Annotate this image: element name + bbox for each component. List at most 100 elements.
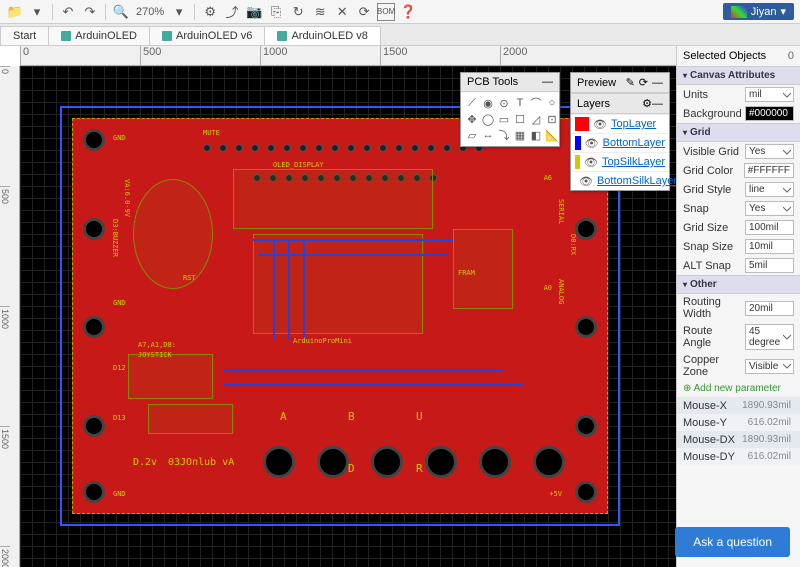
- preview-layers-panel[interactable]: Preview ✎ ⟳ — Layers ⚙ — 👁TopLayer👁Botto…: [570, 72, 670, 191]
- text-tool-icon[interactable]: T: [513, 96, 527, 110]
- solid-region-icon[interactable]: ◧: [529, 128, 543, 142]
- ask-question-button[interactable]: Ask a question: [675, 527, 790, 557]
- layer-name-link[interactable]: TopSilkLayer: [602, 156, 665, 168]
- tab-start[interactable]: Start: [0, 26, 49, 45]
- pcb-board[interactable]: MUTE ON OFF OLED_DISPLAY D3:BUZZER VA:6.…: [60, 106, 620, 526]
- help-icon[interactable]: ❓: [399, 3, 417, 21]
- alt-snap-input[interactable]: 5mil: [745, 258, 794, 273]
- image-tool-icon[interactable]: ▭: [497, 112, 511, 126]
- pcb-icon: [277, 31, 287, 41]
- tab-doc-1[interactable]: ArduinOLED v6: [149, 26, 265, 45]
- open-folder-icon[interactable]: 📁: [6, 3, 24, 21]
- route-angle-label: Route Angle: [683, 325, 741, 349]
- properties-panel: Selected Objects0 Canvas Attributes Unit…: [676, 46, 800, 567]
- group-tool-icon[interactable]: ⊡: [545, 112, 559, 126]
- via-tool-icon[interactable]: ⊙: [497, 96, 511, 110]
- layer-color-swatch[interactable]: [575, 136, 581, 150]
- move-tool-icon[interactable]: ✥: [465, 112, 479, 126]
- canvas-attributes-header[interactable]: Canvas Attributes: [677, 66, 800, 85]
- preview-title: Preview: [577, 77, 616, 89]
- units-select[interactable]: mil: [745, 87, 794, 102]
- layers-title: Layers: [577, 98, 610, 110]
- document-tabs: Start ArduinOLED ArduinOLED v6 ArduinOLE…: [0, 24, 800, 46]
- background-input[interactable]: #000000: [745, 106, 794, 121]
- pcb-icon: [162, 31, 172, 41]
- pencil-icon[interactable]: ✎: [626, 76, 635, 89]
- connect-tool-icon[interactable]: ⤵: [497, 128, 511, 142]
- layer-row[interactable]: 👁 BottomLayer: [571, 133, 669, 152]
- copper-area-icon[interactable]: ▦: [513, 128, 527, 142]
- zoom-level: 270%: [136, 6, 164, 18]
- layer-row[interactable]: 👁 TopLayer: [571, 114, 669, 133]
- layer-row[interactable]: 👁 TopSilkLayer: [571, 152, 669, 171]
- export-icon[interactable]: ⎘: [267, 3, 285, 21]
- visible-grid-select[interactable]: Yes: [745, 144, 794, 159]
- pad-tool-icon[interactable]: ◉: [481, 96, 495, 110]
- layer-row[interactable]: 👁BottomSilkLayer: [571, 171, 669, 190]
- refresh-preview-icon[interactable]: ⟳: [639, 76, 648, 89]
- tab-doc-0[interactable]: ArduinOLED: [48, 26, 150, 45]
- mouse-y-value: 616.02mil: [745, 416, 794, 429]
- snap-size-label: Snap Size: [683, 241, 741, 253]
- snap-size-input[interactable]: 10mil: [745, 239, 794, 254]
- eye-icon[interactable]: 👁: [584, 156, 598, 169]
- chevron-down-icon[interactable]: ▾: [28, 3, 46, 21]
- share-icon[interactable]: ⤴: [223, 3, 241, 21]
- add-parameter-button[interactable]: Add new parameter: [677, 380, 800, 397]
- camera-icon[interactable]: 📷: [245, 3, 263, 21]
- eye-icon[interactable]: 👁: [593, 118, 607, 131]
- user-badge[interactable]: Jiyan▾: [723, 3, 794, 20]
- minimize-layers-icon[interactable]: —: [652, 98, 663, 110]
- units-label: Units: [683, 89, 741, 101]
- pcb-tools-title: PCB Tools: [467, 76, 518, 88]
- measure-tool-icon[interactable]: 📐: [545, 128, 559, 142]
- rect-tool-icon[interactable]: ▱: [465, 128, 479, 142]
- minimize-icon[interactable]: —: [542, 76, 553, 88]
- tab-doc-2[interactable]: ArduinOLED v8: [264, 26, 380, 45]
- grid-style-select[interactable]: line: [745, 182, 794, 197]
- copper-zone-select[interactable]: Visible: [745, 359, 794, 374]
- eye-icon[interactable]: 👁: [585, 137, 599, 150]
- zoom-icon[interactable]: 🔍: [112, 3, 130, 21]
- grid-size-input[interactable]: 100mil: [745, 220, 794, 235]
- circle-tool-icon[interactable]: ○: [545, 96, 559, 110]
- tools-icon[interactable]: ✕: [333, 3, 351, 21]
- layer-name-link[interactable]: BottomLayer: [603, 137, 665, 149]
- eye-icon[interactable]: 👁: [579, 175, 593, 188]
- dimension-tool-icon[interactable]: ↔: [481, 128, 495, 142]
- wave-icon[interactable]: ≋: [311, 3, 329, 21]
- layer-name-link[interactable]: BottomSilkLayer: [597, 175, 676, 187]
- arc-tool-icon[interactable]: ⌒: [529, 96, 543, 110]
- gear-layers-icon[interactable]: ⚙: [642, 97, 652, 110]
- hole-tool-icon[interactable]: ◯: [481, 112, 495, 126]
- canvas-tool-icon[interactable]: ☐: [513, 112, 527, 126]
- grid-header[interactable]: Grid: [677, 123, 800, 142]
- other-header[interactable]: Other: [677, 275, 800, 294]
- bom-icon[interactable]: BOM: [377, 3, 395, 21]
- zoom-dropdown-icon[interactable]: ▾: [170, 3, 188, 21]
- selected-objects-row: Selected Objects0: [677, 46, 800, 66]
- visible-grid-label: Visible Grid: [683, 146, 741, 158]
- grid-color-input[interactable]: #FFFFFF: [744, 163, 794, 178]
- history-icon[interactable]: ↻: [289, 3, 307, 21]
- redo-icon[interactable]: ↷: [81, 3, 99, 21]
- pcb-tools-palette[interactable]: PCB Tools — ⟋ ◉ ⊙ T ⌒ ○ ✥ ◯ ▭ ☐ ◿ ⊡ ▱ ↔ ⤵…: [460, 72, 560, 147]
- gear-icon[interactable]: ⚙: [201, 3, 219, 21]
- snap-select[interactable]: Yes: [745, 201, 794, 216]
- route-angle-select[interactable]: 45 degree: [745, 324, 794, 350]
- track-tool-icon[interactable]: ⟋: [465, 96, 479, 110]
- layer-name-link[interactable]: TopLayer: [611, 118, 656, 130]
- grid-style-label: Grid Style: [683, 184, 741, 196]
- layer-color-swatch[interactable]: [575, 117, 589, 131]
- layer-color-swatch[interactable]: [575, 155, 580, 169]
- pcb-copper: MUTE ON OFF OLED_DISPLAY D3:BUZZER VA:6.…: [72, 118, 608, 514]
- protractor-icon[interactable]: ◿: [529, 112, 543, 126]
- routing-width-label: Routing Width: [683, 296, 741, 320]
- mouse-dy-label: Mouse-DY: [683, 451, 741, 463]
- routing-width-input[interactable]: 20mil: [745, 301, 794, 316]
- undo-icon[interactable]: ↶: [59, 3, 77, 21]
- mouse-x-label: Mouse-X: [683, 400, 735, 412]
- mouse-x-value: 1890.93mil: [739, 399, 794, 412]
- refresh-icon[interactable]: ⟳: [355, 3, 373, 21]
- minimize-preview-icon[interactable]: —: [652, 77, 663, 89]
